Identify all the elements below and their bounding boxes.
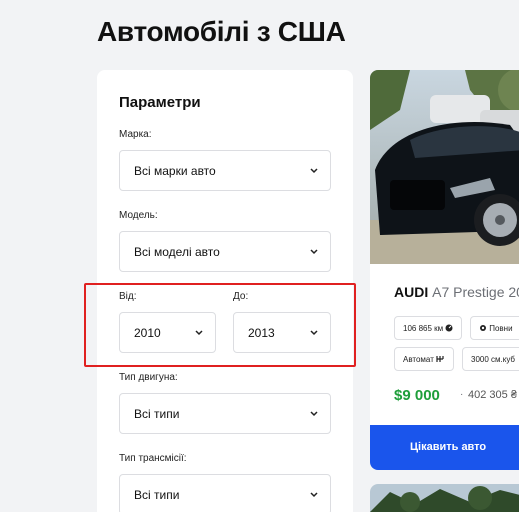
chevron-down-icon	[310, 492, 318, 498]
engine-select-value: Всі типи	[134, 407, 180, 421]
engine-volume-value: 3000 см.куб	[471, 355, 516, 364]
car-card[interactable]: AUDI A7 Prestige 20 106 865 км Повни Авт…	[370, 70, 519, 470]
interested-button[interactable]: Цікавить авто	[370, 425, 519, 470]
engine-label: Тип двигуна:	[119, 372, 178, 383]
filters-title: Параметри	[119, 94, 201, 111]
model-select[interactable]: Всі моделі авто	[119, 231, 331, 272]
chevron-down-icon	[310, 411, 318, 417]
price-separator: ·	[460, 389, 464, 400]
page-title: Автомобілі з США	[97, 16, 346, 47]
engine-select[interactable]: Всі типи	[119, 393, 331, 434]
transmission-select[interactable]: Всі типи	[119, 474, 331, 512]
make-select-value: Всі марки авто	[134, 164, 216, 178]
damage-chip: Повни	[470, 316, 519, 340]
car-title[interactable]: AUDI A7 Prestige 20	[394, 284, 519, 300]
chevron-down-icon	[310, 249, 318, 255]
model-label: Модель:	[119, 210, 158, 221]
car-make: AUDI	[394, 284, 429, 300]
gearbox-icon	[436, 356, 444, 362]
mileage-value: 106 865 км	[403, 324, 444, 333]
transmission-label: Тип трансмісії:	[119, 453, 187, 464]
gear-icon	[480, 325, 486, 331]
car-card-next[interactable]	[370, 484, 519, 512]
make-label: Марка:	[119, 129, 152, 140]
chevron-down-icon	[310, 168, 318, 174]
transmission-value: Автомат	[403, 355, 434, 364]
car-model: A7 Prestige 20	[432, 284, 519, 300]
price-uah: 402 305 ₴	[468, 389, 517, 401]
year-range-highlight	[84, 283, 356, 367]
transmission-chip: Автомат	[394, 347, 454, 371]
model-select-value: Всі моделі авто	[134, 245, 220, 259]
transmission-select-value: Всі типи	[134, 488, 180, 502]
speedometer-icon	[445, 324, 453, 332]
price-usd: $9 000	[394, 387, 440, 404]
car-photo[interactable]	[370, 70, 519, 264]
mileage-chip: 106 865 км	[394, 316, 462, 340]
engine-volume-chip: 3000 см.куб	[462, 347, 519, 371]
make-select[interactable]: Всі марки авто	[119, 150, 331, 191]
car-photo-next[interactable]	[370, 484, 519, 512]
damage-value: Повни	[489, 324, 513, 333]
